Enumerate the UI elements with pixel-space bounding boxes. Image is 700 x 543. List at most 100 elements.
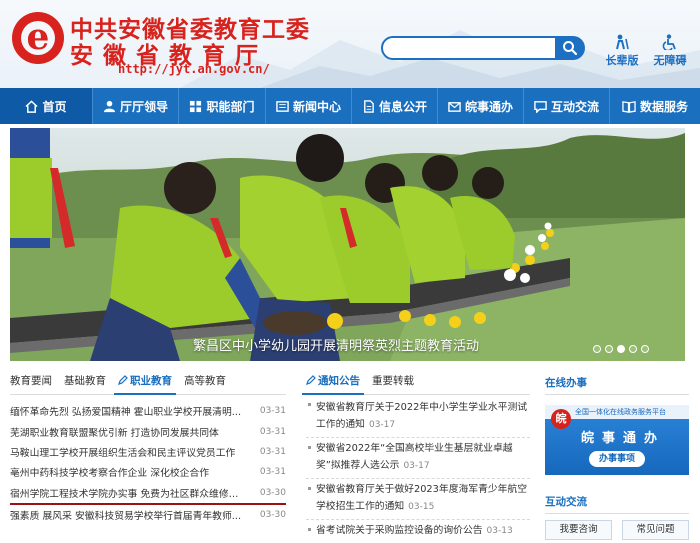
list-item[interactable]: 芜湖职业教育联盟聚优引新 打造协同发展共同体 03-31 [10, 421, 286, 441]
nav-data-service[interactable]: 数据服务 [610, 88, 700, 124]
mail-icon [448, 101, 461, 112]
tab-notices[interactable]: 通知公告 [302, 373, 364, 395]
card-platform-text: 全国一体化在线政务服务平台 [575, 408, 666, 416]
banner-carousel[interactable]: 繁昌区中小学幼儿园开展清明祭英烈主题教育活动 [10, 128, 685, 361]
news-title[interactable]: 芜湖职业教育联盟聚优引新 打造协同发展共同体 [10, 425, 219, 439]
elder-mode-label: 长辈版 [605, 54, 639, 67]
nav-interaction[interactable]: 互动交流 [524, 88, 610, 124]
notice-date: 03-15 [408, 502, 435, 512]
nav-wanshitong[interactable]: 皖事通办 [438, 88, 524, 124]
wanshitong-card[interactable]: 全国一体化在线政务服务平台 皖 皖事通办 办事事项 [545, 405, 689, 475]
online-services-title: 在线办事 [545, 372, 689, 395]
accessibility-icon [662, 34, 676, 50]
news-list: 缅怀革命先烈 弘扬爱国精神 霍山职业学校开展清明... 03-31 芜湖职业教育联… [10, 401, 286, 525]
search-input[interactable] [381, 36, 573, 60]
card-badge: 皖 [551, 409, 571, 429]
nav-label: 信息公开 [378, 99, 427, 114]
carousel-dot-active[interactable] [617, 345, 625, 353]
tab-higher-education[interactable]: 高等教育 [184, 373, 226, 394]
news-date: 03-31 [259, 446, 286, 457]
news-title[interactable]: 亳州中药科技学校考察合作企业 深化校企合作 [10, 465, 209, 479]
elder-icon [616, 34, 629, 50]
notice-date: 03-17 [403, 461, 430, 471]
list-item[interactable]: 安徽省教育厅关于做好2023年度海军青少年航空学校招生工作的通知 03-15 [306, 479, 530, 520]
list-item-highlighted[interactable]: 宿州学院工程技术学院办实事 免费为社区群众维修家... 03-30 [10, 483, 286, 505]
pen-icon [118, 375, 128, 385]
home-icon [25, 99, 39, 113]
notice-list: 安徽省教育厅关于2022年中小学生学业水平测试工作的通知 03-17 安徽省202… [306, 395, 530, 543]
grid-icon [190, 100, 202, 112]
elder-mode-link[interactable]: 长辈版 [598, 34, 646, 68]
tab-education-news[interactable]: 教育要闻 [10, 373, 52, 394]
news-date: 03-31 [259, 406, 286, 417]
banner-caption[interactable]: 繁昌区中小学幼儿园开展清明祭英烈主题教育活动 [193, 335, 479, 354]
news-date: 03-31 [259, 467, 286, 478]
nav-departments[interactable]: 职能部门 [179, 88, 266, 124]
consult-button[interactable]: 我要咨询 [545, 520, 612, 540]
news-date: 03-30 [259, 510, 286, 521]
list-item[interactable]: 缅怀革命先烈 弘扬爱国精神 霍山职业学校开展清明... 03-31 [10, 401, 286, 421]
notice-date: 03-13 [486, 526, 513, 536]
nav-label: 首页 [42, 99, 67, 114]
nav-label: 新闻中心 [292, 99, 341, 114]
chat-icon [534, 100, 547, 113]
news-date: 03-31 [259, 426, 286, 437]
carousel-dot[interactable] [641, 345, 649, 353]
news-title[interactable]: 缅怀革命先烈 弘扬爱国精神 霍山职业学校开展清明... [10, 404, 241, 418]
faq-button[interactable]: 常见问题 [622, 520, 689, 540]
main-nav: 首页 厅厅领导 职能部门 新闻中心 信息公开 皖事通办 互动交流 数据服务 [0, 88, 700, 124]
banner-photo [10, 128, 685, 361]
notice-date: 03-17 [368, 420, 396, 430]
list-item[interactable]: 马鞍山理工学校开展组织生活会和民主评议党员工作 03-31 [10, 442, 286, 462]
search-button[interactable] [555, 36, 585, 60]
news-title[interactable]: 强素质 展风采 安徽科技贸易学校举行首届青年教师... [10, 508, 241, 522]
list-item[interactable]: 安徽省2022年“全国高校毕业生基层就业卓越奖”拟推荐人选公示 03-17 [306, 438, 530, 479]
search-icon [563, 41, 578, 56]
nav-info-public[interactable]: 信息公开 [352, 88, 438, 124]
nav-label: 数据服务 [639, 99, 688, 114]
tab-label: 通知公告 [318, 375, 360, 387]
nav-label: 职能部门 [206, 99, 255, 114]
tab-label: 职业教育 [130, 375, 172, 387]
accessibility-link[interactable]: 无障碍 [646, 34, 694, 68]
quick-buttons: 我要咨询 常见问题 [545, 520, 689, 540]
list-item[interactable]: 强素质 展风采 安徽科技贸易学校举行首届青年教师... 03-30 [10, 505, 286, 525]
list-item[interactable]: 省考试院关于采购监控设备的询价公告 03-13 [306, 520, 530, 543]
nav-label: 皖事通办 [464, 99, 513, 114]
carousel-dot[interactable] [605, 345, 613, 353]
tab-important-reprints[interactable]: 重要转载 [372, 373, 414, 394]
accessibility-label: 无障碍 [653, 54, 687, 67]
news-tabs: 教育要闻 基础教育 职业教育 高等教育 [10, 372, 286, 395]
news-title[interactable]: 宿州学院工程技术学院办实事 免费为社区群众维修家... [10, 486, 246, 500]
carousel-dot[interactable] [593, 345, 601, 353]
carousel-dots [593, 345, 649, 353]
interaction-title: 互动交流 [545, 491, 689, 514]
service-items-button[interactable]: 办事事项 [589, 451, 645, 467]
carousel-dot[interactable] [629, 345, 637, 353]
tab-vocational-education[interactable]: 职业教育 [114, 373, 176, 395]
doc-icon [364, 99, 374, 113]
emblem-logo[interactable]: e [12, 12, 64, 64]
news-title[interactable]: 马鞍山理工学校开展组织生活会和民主评议党员工作 [10, 445, 235, 459]
tab-basic-education[interactable]: 基础教育 [64, 373, 106, 394]
nav-label: 厅厅领导 [119, 99, 168, 114]
notice-tabs: 通知公告 重要转载 [302, 372, 530, 395]
notice-panel: 通知公告 重要转载 安徽省教育厅关于2022年中小学生学业水平测试工作的通知 03… [302, 372, 530, 543]
list-item[interactable]: 亳州中药科技学校考察合作企业 深化校企合作 03-31 [10, 462, 286, 482]
news-date: 03-30 [259, 487, 286, 498]
pen-icon [306, 375, 316, 385]
notice-title[interactable]: 安徽省教育厅关于2022年中小学生学业水平测试工作的通知 [316, 402, 527, 430]
list-item[interactable]: 安徽省教育厅关于2022年中小学生学业水平测试工作的通知 03-17 [306, 395, 530, 438]
nav-label: 互动交流 [550, 99, 599, 114]
nav-home[interactable]: 首页 [0, 88, 93, 124]
side-panel: 在线办事 全国一体化在线政务服务平台 皖 皖事通办 办事事项 互动交流 我要咨询… [545, 372, 689, 540]
book-icon [622, 100, 636, 113]
person-icon [103, 100, 116, 112]
site-header: e 中共安徽省委教育工委 安徽省教育厅 http://jyt.ah.gov.cn… [0, 0, 700, 88]
news-panel: 教育要闻 基础教育 职业教育 高等教育 缅怀革命先烈 弘扬爱国精神 霍山职业学校… [10, 372, 286, 525]
nav-leaders[interactable]: 厅厅领导 [93, 88, 179, 124]
news-icon [276, 100, 289, 112]
site-url[interactable]: http://jyt.ah.gov.cn/ [118, 62, 270, 76]
nav-news[interactable]: 新闻中心 [266, 88, 352, 124]
notice-title[interactable]: 省考试院关于采购监控设备的询价公告 [316, 525, 483, 536]
